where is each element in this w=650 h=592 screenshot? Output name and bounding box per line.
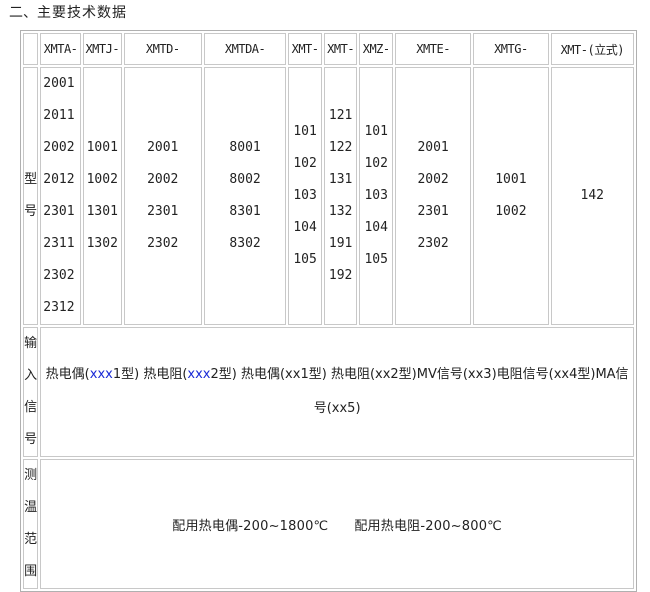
spec-table: XMTA- XMTJ- XMTD- XMTDA- XMT- XMT- XMZ- … bbox=[20, 30, 637, 592]
temperature-range-text: 配用热电偶-200~1800℃ 配用热电阻-200~800℃ bbox=[40, 459, 634, 589]
col-header: XMTE- bbox=[394, 33, 472, 65]
col-header: XMTD- bbox=[123, 33, 202, 65]
corner-cell bbox=[23, 33, 39, 65]
section-title: 主要技术数据 bbox=[37, 5, 127, 21]
col-header: XMTG- bbox=[473, 33, 549, 65]
col-header: XMTJ- bbox=[82, 33, 122, 65]
col-header: XMTA- bbox=[40, 33, 81, 65]
col-header: XMTDA- bbox=[203, 33, 287, 65]
model-cell: 101 102 103 104 105 bbox=[288, 67, 322, 325]
model-cell: 8001 8002 8301 8302 bbox=[203, 67, 287, 325]
section-heading: 二、主要技术数据 bbox=[9, 3, 127, 23]
col-header: XMT- bbox=[288, 33, 322, 65]
model-cell: 1001 1002 bbox=[473, 67, 549, 325]
temperature-range-row: 测温范围 配用热电偶-200~1800℃ 配用热电阻-200~800℃ bbox=[23, 459, 634, 589]
col-header: XMT- bbox=[323, 33, 358, 65]
col-header: XMZ- bbox=[359, 33, 393, 65]
section-number: 二、 bbox=[9, 5, 37, 21]
row-label-input: 输入信号 bbox=[23, 327, 39, 457]
model-cell: 2001 2002 2301 2302 bbox=[123, 67, 202, 325]
model-cell: 121 122 131 132 191 192 bbox=[323, 67, 358, 325]
model-cell: 2001 2002 2301 2302 bbox=[394, 67, 472, 325]
model-header-row: XMTA- XMTJ- XMTD- XMTDA- XMT- XMT- XMZ- … bbox=[23, 33, 634, 65]
input-signal-row: 输入信号 热电偶(xxx1型) 热电阻(xxx2型) 热电偶(xx1型) 热电阻… bbox=[23, 327, 634, 457]
model-cell: 2001 2011 2002 2012 2301 2311 2302 2312 bbox=[40, 67, 81, 325]
model-row: 型号 2001 2011 2002 2012 2301 2311 2302 2312 1001… bbox=[23, 67, 634, 325]
model-cell: 1001 1002 1301 1302 bbox=[82, 67, 122, 325]
model-cell: 101 102 103 104 105 bbox=[359, 67, 393, 325]
col-header: XMT-(立式) bbox=[550, 33, 634, 65]
row-label-range: 测温范围 bbox=[23, 459, 39, 589]
input-signal-text: 热电偶(xxx1型) 热电阻(xxx2型) 热电偶(xx1型) 热电阻(xx2型… bbox=[40, 327, 634, 457]
model-cell: 142 bbox=[550, 67, 634, 325]
row-label-model: 型号 bbox=[23, 67, 39, 325]
